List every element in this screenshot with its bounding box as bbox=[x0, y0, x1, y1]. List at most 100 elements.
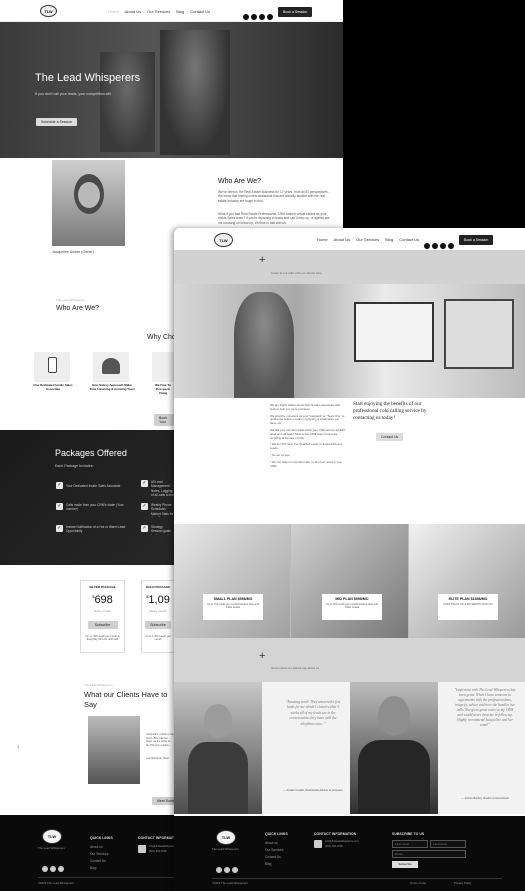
nav-about[interactable]: About Us bbox=[125, 9, 141, 14]
plan-period: Every month bbox=[149, 609, 167, 613]
footer-terms-link[interactable]: Terms of use bbox=[410, 880, 426, 887]
intro-paragraph: * No set up fees bbox=[270, 452, 290, 457]
linkedin-icon[interactable] bbox=[440, 243, 446, 249]
footer-privacy-link[interactable]: Privacy Policy bbox=[454, 880, 471, 887]
strip-text: Here's what our clients say about us bbox=[271, 666, 320, 670]
footer-logo[interactable]: TLW bbox=[216, 830, 236, 845]
client-quote: Jacqueline Uriarte is the bomb. She has … bbox=[146, 733, 174, 747]
plus-icon[interactable]: + bbox=[259, 650, 265, 662]
plan-card[interactable]: MID PLAN $998/MO Up to 900 credit per mo… bbox=[322, 594, 382, 620]
nav-contact[interactable]: Contact Us bbox=[399, 237, 419, 242]
plan-name: GOLD PACKAGE bbox=[145, 585, 171, 589]
nav-services[interactable]: Our Services bbox=[356, 237, 379, 242]
package-item: Your Dedicated Inside Sales Associate bbox=[66, 484, 121, 488]
plus-icon[interactable]: + bbox=[259, 254, 265, 266]
pricing-card-gold: GOLD PACKAGE $1,09 Every month Subscribe… bbox=[141, 580, 174, 653]
instagram-icon[interactable] bbox=[432, 243, 438, 249]
nav-blog[interactable]: Blog bbox=[385, 237, 393, 242]
front-page: TLW Home About Us Our Services Blog Cont… bbox=[174, 228, 525, 891]
contact-us-button[interactable]: Contact Us bbox=[376, 433, 404, 441]
twitter-icon[interactable] bbox=[448, 243, 454, 249]
plan-desc: FAST TRACK UP & PAYMENTS NOW ON bbox=[443, 603, 493, 606]
footer-logo[interactable]: TLW bbox=[42, 829, 62, 844]
nav-home[interactable]: Home bbox=[108, 9, 119, 14]
footer-phone[interactable]: (602) 402-9730 bbox=[325, 843, 343, 850]
why-button[interactable]: Book Your bbox=[154, 414, 174, 426]
intro-paragraph: * We do NOT Give Pre-Qualified Leads or … bbox=[270, 442, 343, 451]
banner-text: Listen to our calls with our clients her… bbox=[271, 271, 322, 275]
front-header: TLW Home About Us Our Services Blog Cont… bbox=[174, 228, 525, 250]
footer-quick-heading: QUICK LINKS bbox=[265, 832, 288, 836]
front-logo[interactable]: TLW bbox=[214, 233, 233, 247]
footer-link[interactable]: Blog bbox=[90, 865, 96, 872]
nav-about[interactable]: About Us bbox=[334, 237, 350, 242]
instagram-icon[interactable] bbox=[251, 14, 257, 20]
package-item: Strategy Session goals for the month bbox=[151, 525, 171, 535]
nav-blog[interactable]: Blog bbox=[176, 9, 184, 14]
footer-logo-text: The Lead Whisperers bbox=[212, 847, 239, 851]
footer-link[interactable]: About us bbox=[90, 844, 103, 851]
back-logo[interactable]: TLW bbox=[40, 5, 57, 17]
plan-card[interactable]: ELITE PLAN $1898/MO FAST TRACK UP & PAYM… bbox=[438, 594, 498, 620]
footer-link[interactable]: About us bbox=[265, 840, 278, 847]
why-title: Why Cho bbox=[147, 334, 176, 341]
call-center-photo bbox=[174, 284, 525, 398]
client-photo bbox=[88, 716, 140, 784]
subscribe-button[interactable]: Subscribe bbox=[392, 861, 418, 868]
facebook-icon[interactable] bbox=[42, 866, 48, 872]
footer-link[interactable]: Blog bbox=[265, 861, 271, 868]
about-p1: We've been in the Real Estate Business f… bbox=[218, 190, 329, 203]
check-icon: ✓ bbox=[141, 503, 148, 510]
twitter-icon[interactable] bbox=[267, 14, 273, 20]
subscribe-button[interactable]: Subscribe bbox=[87, 621, 118, 629]
check-icon: ✓ bbox=[56, 503, 63, 510]
nav-home[interactable]: Home bbox=[317, 237, 328, 242]
why-card bbox=[152, 352, 174, 382]
instagram-icon[interactable] bbox=[50, 866, 56, 872]
plan-price: 698 bbox=[94, 594, 113, 606]
intro-headline: Start enjoying the benefits of our profe… bbox=[353, 401, 427, 421]
facebook-icon[interactable] bbox=[424, 243, 430, 249]
pricing-card-silver: SILVER PACKAGE $698 Every month Subscrib… bbox=[80, 580, 125, 653]
client-photo-2 bbox=[350, 682, 438, 814]
email-input[interactable] bbox=[392, 850, 466, 858]
front-book-session-button[interactable]: Book a Session bbox=[459, 235, 494, 245]
book-session-button[interactable]: Book a Session bbox=[278, 7, 313, 17]
carousel-prev-icon[interactable]: ‹ bbox=[17, 742, 20, 751]
check-icon: ✓ bbox=[141, 525, 148, 532]
footer-subscribe-heading: SUBSCRIBE TO US bbox=[392, 832, 425, 836]
front-footer: TLW The Lead Whisperers QUICK LINKS Abou… bbox=[174, 816, 525, 891]
footer-link[interactable]: Our Services bbox=[90, 851, 108, 858]
last-name-input[interactable] bbox=[430, 840, 466, 848]
instagram-icon[interactable] bbox=[224, 867, 230, 873]
facebook-icon[interactable] bbox=[243, 14, 249, 20]
owner-caption: Jacqueline Uriarte (Owner) bbox=[52, 250, 94, 254]
hero-subtitle: If you don't call your leads, your compe… bbox=[35, 92, 112, 96]
plan-title: ELITE PLAN $1898/MO bbox=[448, 597, 488, 601]
nav-services[interactable]: Our Services bbox=[147, 9, 170, 14]
why-card-label: Non-Salesy Approach Make Time Listening … bbox=[89, 383, 135, 391]
facebook-icon[interactable] bbox=[216, 867, 222, 873]
plan-desc: Up to 900 credit per month/includes New … bbox=[326, 603, 378, 610]
linkedin-icon[interactable] bbox=[232, 867, 238, 873]
footer-link[interactable]: Contact Us bbox=[90, 858, 106, 865]
plan-card[interactable]: SMALL PLAN $598/MO Up to 700 credit per … bbox=[203, 594, 263, 620]
clients-title: What our Clients Have to Say bbox=[84, 690, 168, 709]
plan-name: SILVER PACKAGE bbox=[89, 585, 116, 589]
hero-schedule-button[interactable]: Schedule a Session bbox=[36, 118, 77, 126]
back-nav: Home About Us Our Services Blog Contact … bbox=[108, 9, 216, 14]
linkedin-icon[interactable] bbox=[58, 866, 64, 872]
plan-title: MID PLAN $998/MO bbox=[335, 597, 369, 601]
check-icon: ✓ bbox=[141, 480, 148, 487]
plan-desc: Up to 700 credit per month/includes New … bbox=[207, 603, 259, 610]
footer-link[interactable]: Contact Us bbox=[265, 854, 281, 861]
subscribe-button[interactable]: Subscribe bbox=[145, 621, 171, 629]
meet-clients-button[interactable]: Meet Some Clients bbox=[152, 797, 174, 805]
listen-banner: + Listen to our calls with our clients h… bbox=[174, 250, 525, 284]
first-name-input[interactable] bbox=[392, 840, 428, 848]
footer-link[interactable]: Our Services bbox=[265, 847, 283, 854]
linkedin-icon[interactable] bbox=[259, 14, 265, 20]
nav-contact[interactable]: Contact Us bbox=[190, 9, 210, 14]
plan-period: Every month bbox=[94, 609, 111, 613]
footer-phone[interactable]: (602) 402-9730 bbox=[149, 848, 167, 855]
